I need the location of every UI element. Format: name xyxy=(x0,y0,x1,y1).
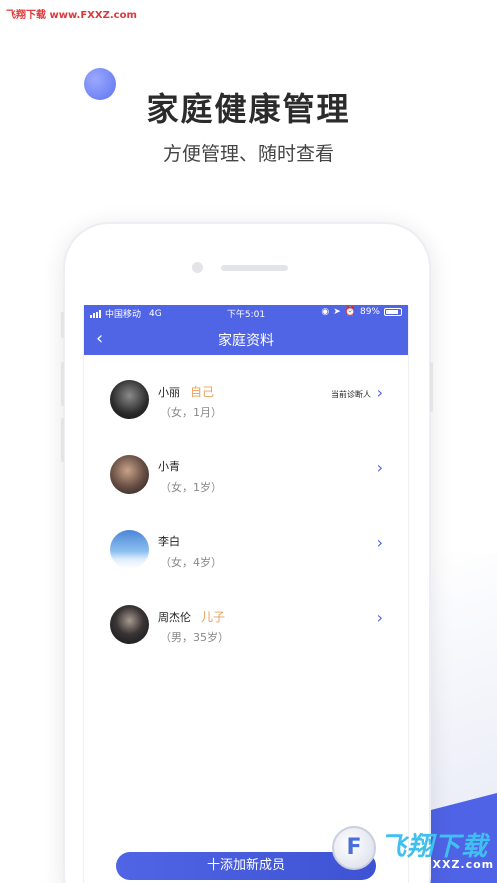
member-name: 小丽 xyxy=(158,386,180,399)
phone-screen: 中国移动 4G 下午5:01 ◉ ➤ ⏰ 89% ‹ 家庭资料 小丽 自己 （女… xyxy=(83,305,409,883)
page-title: 家庭资料 xyxy=(218,333,274,349)
member-info: （女，1月） xyxy=(160,406,222,419)
chevron-right-icon: › xyxy=(376,383,383,402)
phone-speaker xyxy=(221,265,288,271)
chevron-right-icon: › xyxy=(376,533,383,552)
member-relation: 自己 xyxy=(190,385,215,399)
avatar xyxy=(110,455,149,494)
avatar xyxy=(110,605,149,644)
avatar xyxy=(110,380,149,419)
chevron-right-icon: › xyxy=(376,608,383,627)
battery-icon xyxy=(384,308,402,316)
member-row[interactable]: 周杰伦 儿子 （男，35岁） › xyxy=(84,605,408,680)
member-info: （女，1岁） xyxy=(160,481,222,494)
member-info: （男，35岁） xyxy=(160,631,229,644)
phone-side-button xyxy=(61,418,64,462)
site-logo: F 飞翔下载 www.FXXZ.com xyxy=(332,822,495,878)
phone-camera xyxy=(192,262,203,273)
promo-headline: 家庭健康管理 xyxy=(146,90,351,128)
phone-side-button xyxy=(61,312,64,338)
member-name: 小青 xyxy=(158,460,180,473)
member-list: 小丽 自己 （女，1月） 当前诊断人 › 小青 （女，1岁） › 李白 （女，4… xyxy=(84,355,408,680)
phone-side-button xyxy=(61,362,64,406)
member-info: （女，4岁） xyxy=(160,556,222,569)
member-row[interactable]: 小丽 自己 （女，1月） 当前诊断人 › xyxy=(84,380,408,455)
logo-url: www.FXXZ.com xyxy=(386,858,495,871)
chevron-right-icon: › xyxy=(376,458,383,477)
battery-percent: 89% xyxy=(359,307,380,317)
member-name: 李白 xyxy=(158,535,180,548)
location-icon: ➤ xyxy=(333,307,341,317)
logo-icon: F xyxy=(332,826,376,870)
current-diagnosis-badge: 当前诊断人 xyxy=(331,390,371,399)
watermark-text: 飞翔下载 www.FXXZ.com xyxy=(6,10,137,21)
alarm-icon: ⏰ xyxy=(344,307,356,317)
member-row[interactable]: 李白 （女，4岁） › xyxy=(84,530,408,605)
member-name: 周杰伦 xyxy=(158,611,191,624)
avatar xyxy=(110,530,149,569)
status-bar: 中国移动 4G 下午5:01 ◉ ➤ ⏰ 89% xyxy=(84,305,408,321)
nav-bar: ‹ 家庭资料 xyxy=(84,321,408,355)
phone-side-button xyxy=(430,362,433,412)
member-row[interactable]: 小青 （女，1岁） › xyxy=(84,455,408,530)
promo-subheadline: 方便管理、随时查看 xyxy=(162,143,334,165)
lock-rotation-icon: ◉ xyxy=(321,307,330,317)
member-relation: 儿子 xyxy=(201,610,226,624)
